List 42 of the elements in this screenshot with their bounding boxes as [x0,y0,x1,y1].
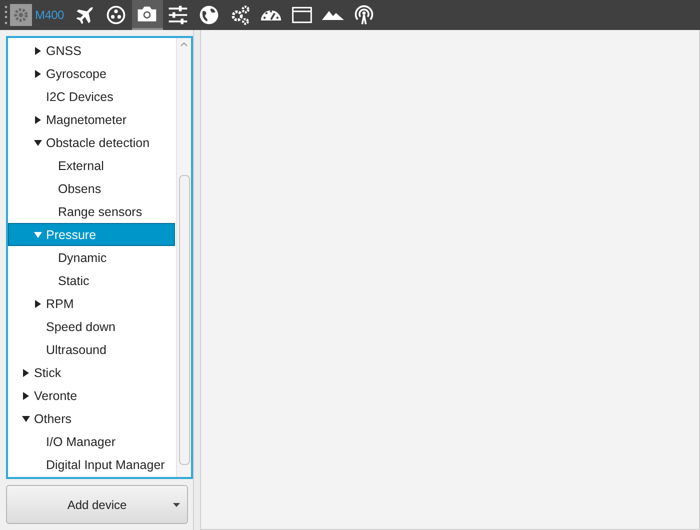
collapsed-arrow-icon[interactable] [34,300,42,308]
tree-item[interactable]: Obstacle detection [8,131,175,154]
tree-item[interactable]: Stick [8,361,175,384]
device-label: M400 [35,8,64,22]
tree-item[interactable]: Obsens [8,177,175,200]
tree-item[interactable]: Gyroscope [8,62,175,85]
tree-item[interactable]: Magnetometer [8,108,175,131]
gear-icon [12,6,30,24]
tree-item[interactable]: Veronte [8,384,175,407]
scrollbar-thumb[interactable] [178,175,190,465]
tree-item[interactable]: GNSS [8,39,175,62]
collapsed-arrow-icon[interactable] [22,368,30,376]
three-dots-circle-icon [105,4,128,26]
scroll-up-icon[interactable] [180,41,188,47]
tree-item[interactable]: Digital Input Manager [8,453,175,476]
tree-item[interactable]: External [8,154,175,177]
tree-item[interactable]: Static [8,269,175,292]
expanded-arrow-icon[interactable] [22,414,30,422]
globe-icon [198,4,220,26]
tree-item[interactable]: Others [8,407,175,430]
tree-item[interactable]: I/O Manager [8,430,175,453]
collapsed-arrow-icon[interactable] [34,46,42,54]
tree-item[interactable]: I2C Devices [8,85,175,108]
mountains-icon [322,10,344,20]
collapsed-arrow-icon[interactable] [22,392,30,400]
toolbar-button[interactable] [132,0,163,30]
window-icon [291,4,314,26]
collapsed-arrow-icon[interactable] [34,70,42,78]
tree-item[interactable]: Range sensors [8,200,175,223]
tree-item[interactable]: RPM [8,292,175,315]
scrollbar[interactable] [176,38,191,477]
antenna-icon [353,4,376,26]
grip-icon[interactable] [4,4,8,26]
tree-item[interactable]: Ultrasound [8,338,175,361]
collapsed-arrow-icon[interactable] [34,116,42,124]
caret-icon [173,503,180,507]
sliders-icon [167,4,190,26]
tree-item[interactable]: Dynamic [8,246,175,269]
tree-item[interactable]: Speed down [8,315,175,338]
add-device-button[interactable]: Add device [6,485,188,524]
gears-icon [229,4,252,26]
expanded-arrow-icon[interactable] [34,138,42,146]
